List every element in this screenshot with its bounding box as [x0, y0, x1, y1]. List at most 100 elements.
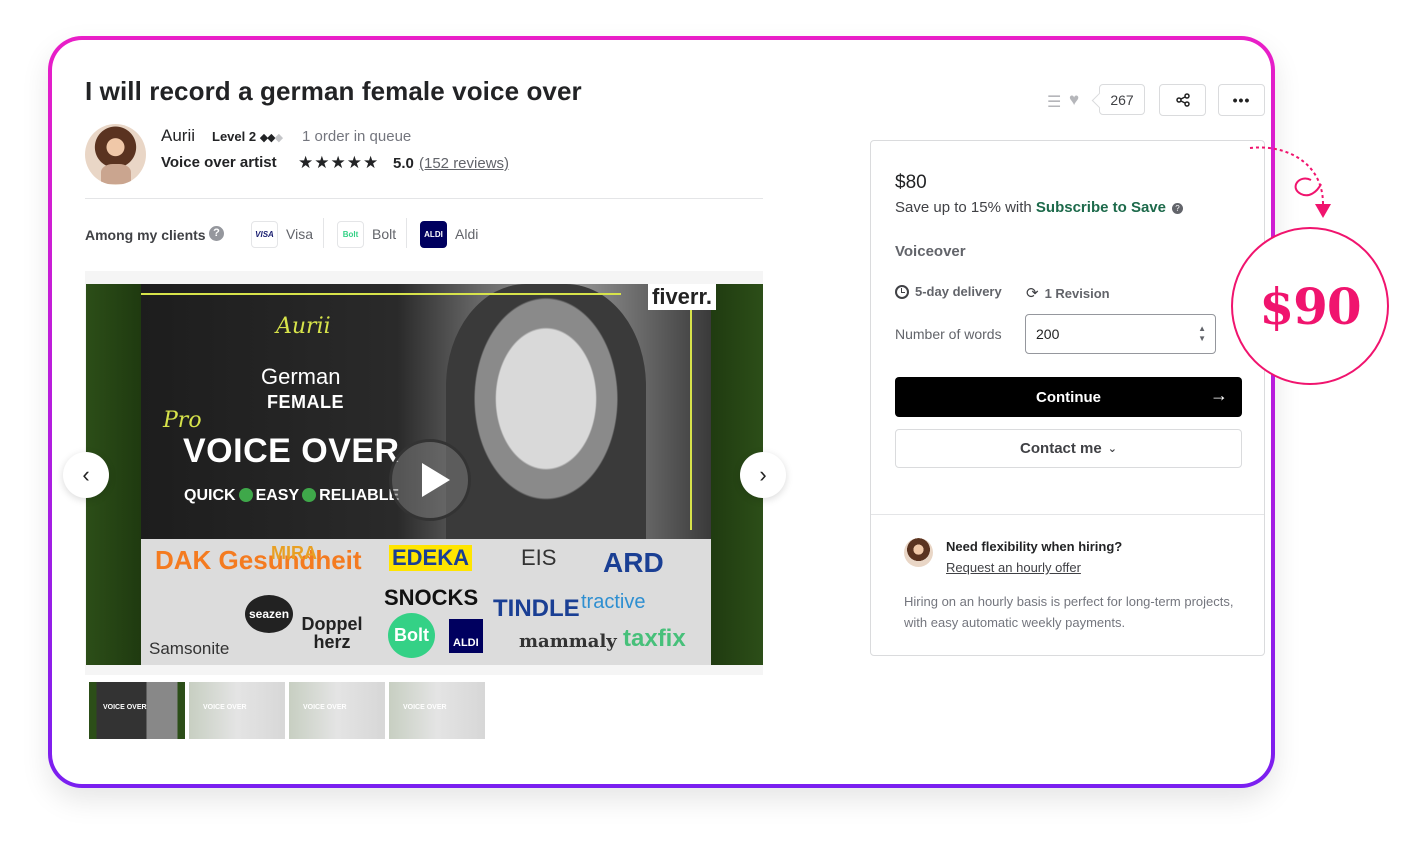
seller-portrait — [446, 284, 646, 539]
package-name: Voiceover — [895, 243, 966, 260]
star-rating-icon: ★★★★★ — [298, 153, 380, 172]
subscribe-to-save: Save up to 15% with Subscribe to Save? — [895, 199, 1183, 216]
more-icon: ••• — [1232, 92, 1251, 108]
seller-avatar[interactable] — [85, 124, 146, 185]
subscribe-link[interactable]: Subscribe to Save — [1036, 199, 1166, 216]
package-price: $80 — [895, 172, 927, 193]
arrow-right-icon: → — [1210, 385, 1228, 405]
gallery-thumbnail[interactable]: VOICE OVER — [389, 682, 485, 739]
client-name: Aldi — [455, 226, 479, 242]
gallery-video[interactable]: fiverr. Aurii German FEMALE Pro VOICE OV… — [86, 284, 763, 665]
orders-in-queue: 1 order in queue — [302, 128, 412, 145]
more-options-button[interactable]: ••• — [1218, 84, 1265, 116]
thumbnail-text: VOICE OVER — [103, 704, 147, 711]
gallery-thumbnail[interactable]: VOICE OVER — [89, 682, 185, 739]
fiverr-logo: fiverr. — [648, 284, 716, 310]
visa-logo-icon: VISA — [251, 220, 278, 248]
seller-overview: Aurii Level 2 ◆◆◆ 1 order in queue Voice… — [85, 124, 765, 186]
contact-button[interactable]: Contact me ⌄ — [895, 429, 1242, 468]
rating-score: 5.0 — [393, 155, 414, 172]
clients-label: Among my clients — [85, 227, 206, 243]
video-tag: EASY — [255, 487, 300, 504]
gallery-thumbnail[interactable]: VOICE OVER — [289, 682, 385, 739]
divider — [323, 218, 324, 248]
price-badge: $90 — [1231, 227, 1389, 385]
clients-row: Among my clients ? VISA Visa Bolt Bolt A… — [85, 218, 765, 250]
info-icon[interactable]: ? — [1171, 203, 1183, 214]
gallery-next-button[interactable]: › — [740, 452, 786, 498]
price-badge-text: $90 — [1259, 276, 1361, 336]
logo-ard: ARD — [603, 547, 664, 578]
like-count: 267 — [1099, 84, 1145, 115]
reviews-link[interactable]: (152 reviews) — [419, 155, 509, 172]
words-value[interactable]: 200 — [1036, 326, 1059, 342]
list-icon[interactable]: ☰ — [1047, 92, 1061, 112]
delivery-text: 5-day delivery — [915, 284, 1002, 299]
gig-card-frame: I will record a german female voice over… — [48, 36, 1275, 788]
words-label: Number of words — [895, 326, 1002, 342]
logo-edeka: EDEKA — [389, 545, 473, 571]
delivery-time: 5-day delivery — [895, 284, 1002, 299]
logo-seazen: seazen — [245, 595, 294, 633]
thumbnail-text: VOICE OVER — [303, 704, 347, 711]
package-panel: $80 Save up to 15% with Subscribe to Sav… — [870, 140, 1265, 656]
seller-level-text: Level 2 — [212, 129, 257, 144]
logo-tractive: tractive — [581, 591, 646, 613]
divider — [871, 514, 1264, 515]
chevron-right-icon: › — [759, 462, 767, 487]
check-icon — [238, 488, 253, 502]
decorative-line — [690, 294, 692, 530]
seller-name[interactable]: Aurii — [161, 126, 195, 146]
logo-dak: DAK Gesundheit — [155, 545, 362, 575]
continue-button[interactable]: Continue → — [895, 377, 1242, 417]
gallery-thumbnail[interactable]: VOICE OVER — [189, 682, 285, 739]
client-name: Bolt — [372, 226, 397, 242]
video-text-pro: Pro — [163, 408, 202, 433]
divider — [85, 198, 763, 199]
logo-eis: EIS — [521, 545, 557, 570]
gig-title: I will record a german female voice over — [85, 76, 582, 106]
seller-role: Voice over artist — [161, 154, 277, 171]
client-logos-strip: DAK Gesundheit MIRA EDEKA EIS ARD seazen… — [141, 539, 711, 665]
hourly-offer-link[interactable]: Request an hourly offer — [946, 560, 1081, 575]
chevron-left-icon: ‹ — [82, 462, 90, 487]
stepper-icon[interactable]: ▲ ▼ — [1198, 324, 1206, 344]
seller-level-badge: Level 2 ◆◆◆ — [212, 129, 283, 144]
logo-snocks: SNOCKS — [384, 585, 479, 610]
heart-icon[interactable]: ♥ — [1069, 90, 1079, 110]
gallery-prev-button[interactable]: ‹ — [63, 452, 109, 498]
continue-label: Continue — [1036, 388, 1101, 406]
hourly-title: Need flexibility when hiring? — [946, 539, 1123, 554]
revisions: ⟳ 1 Revision — [1026, 284, 1110, 302]
aldi-logo-icon: ALDI — [420, 220, 447, 248]
refresh-icon: ⟳ — [1026, 285, 1039, 302]
check-icon — [302, 488, 317, 502]
gig-gallery: fiverr. Aurii German FEMALE Pro VOICE OV… — [85, 271, 763, 675]
video-text-female: FEMALE — [267, 392, 344, 412]
chevron-down-icon: ⌄ — [1107, 443, 1117, 455]
share-button[interactable] — [1159, 84, 1206, 116]
logo-doppelherz: Doppel herz — [301, 614, 363, 652]
level-diamond-icon: ◆◆◆ — [259, 132, 283, 144]
words-input[interactable]: 200 ▲ ▼ — [1025, 314, 1216, 354]
logo-aldi: ALDI — [449, 619, 483, 653]
thumbnail-text: VOICE OVER — [203, 704, 247, 711]
video-tag: QUICK — [184, 487, 236, 504]
thumbnail-text: VOICE OVER — [403, 704, 447, 711]
video-tag: RELIABLE — [319, 487, 400, 504]
clock-icon — [895, 284, 909, 299]
video-tags: QUICK EASY RELIABLE — [184, 487, 399, 505]
bolt-logo-icon: Bolt — [337, 220, 364, 248]
client-bolt: Bolt Bolt — [337, 220, 396, 248]
client-aldi: ALDI Aldi — [420, 220, 478, 248]
client-visa: VISA Visa — [251, 220, 313, 248]
logo-mammaly: mammaly — [519, 631, 617, 652]
video-headline: VOICE OVER — [183, 432, 400, 470]
subscribe-text: Save up to 15% with — [895, 199, 1036, 216]
play-icon[interactable] — [389, 439, 471, 521]
divider — [406, 218, 407, 248]
logo-samsonite: Samsonite — [149, 639, 230, 658]
help-icon[interactable]: ? — [209, 226, 224, 241]
logo-bolt: Bolt — [388, 613, 435, 658]
video-text-german: German — [261, 364, 341, 389]
